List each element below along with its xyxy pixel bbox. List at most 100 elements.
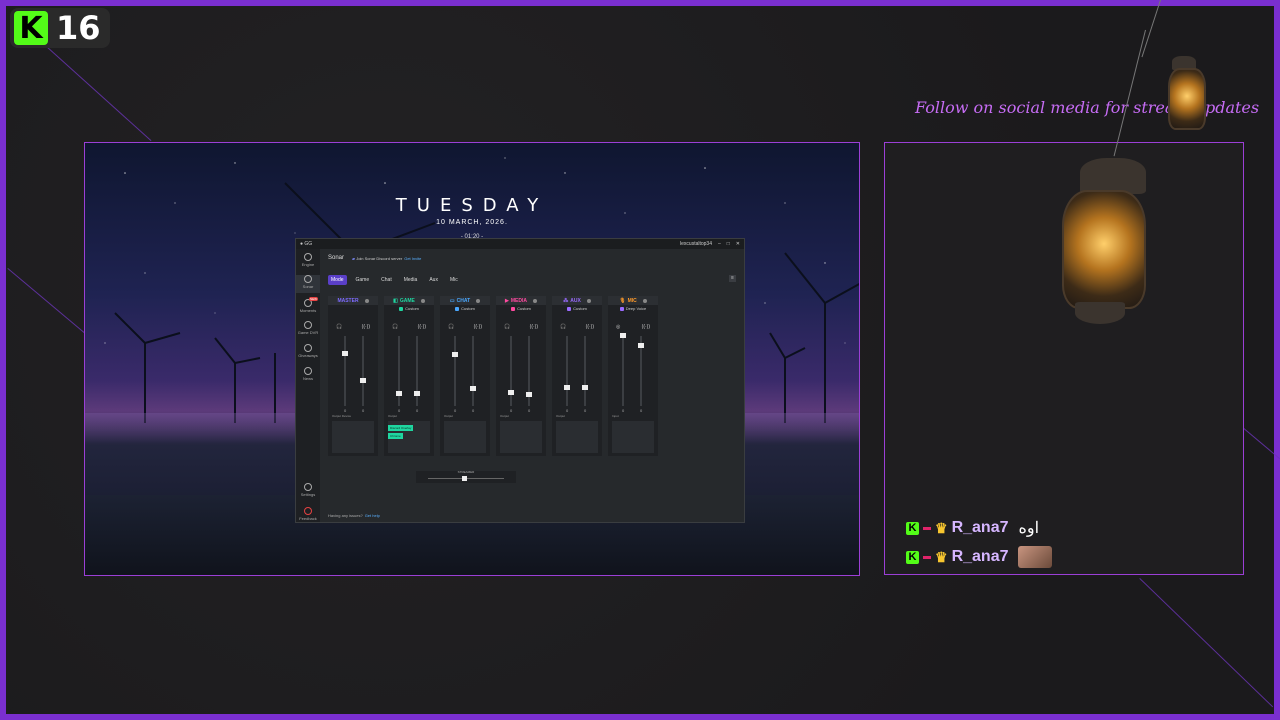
- slider-knob[interactable]: [620, 333, 626, 338]
- channel-preset[interactable]: Custom: [496, 305, 546, 312]
- menu-button[interactable]: ≡: [729, 275, 736, 282]
- broadcast-icon[interactable]: ((·)): [586, 324, 594, 330]
- headphones-icon[interactable]: 🎧: [504, 324, 510, 330]
- slider-knob[interactable]: [582, 385, 588, 390]
- tab-mode[interactable]: Mode: [328, 275, 347, 285]
- volume-slider[interactable]: [564, 336, 570, 406]
- device-box[interactable]: Discord Overlay Chrome: [388, 421, 430, 453]
- chat-text: اوه: [1018, 520, 1040, 537]
- tab-mic[interactable]: Mic: [447, 275, 461, 285]
- tab-media[interactable]: Media: [401, 275, 421, 285]
- get-invite-link[interactable]: Get Invite: [404, 256, 421, 261]
- channel-preset[interactable]: Custom: [552, 305, 602, 312]
- channel-preset[interactable]: Deep Voice: [608, 305, 658, 312]
- preset-label: Custom: [461, 306, 475, 311]
- slider-knob[interactable]: [564, 385, 570, 390]
- feedback-icon: [304, 507, 312, 515]
- preset-label: Custom: [573, 306, 587, 311]
- stream-slider[interactable]: [470, 336, 476, 406]
- broadcast-icon[interactable]: ((·)): [362, 324, 370, 330]
- gear-icon[interactable]: [586, 298, 591, 303]
- sidebar-item-label: Giveaways: [298, 353, 318, 358]
- sonar-window[interactable]: ● GG lexcustaltop34 – □ ✕ Engine Sonar N…: [295, 238, 745, 523]
- tab-game[interactable]: Game: [353, 275, 373, 285]
- close-icon[interactable]: ✕: [736, 241, 740, 247]
- gear-icon[interactable]: [476, 298, 481, 303]
- minimize-icon[interactable]: –: [718, 241, 721, 247]
- slider-knob[interactable]: [414, 391, 420, 396]
- device-box[interactable]: [500, 421, 542, 453]
- gear-icon[interactable]: [364, 298, 369, 303]
- crown-icon: ♛: [935, 548, 948, 565]
- device-box[interactable]: [444, 421, 486, 453]
- chat-panel: [884, 142, 1244, 575]
- sidebar-item-game-dvr[interactable]: Game DVR: [296, 321, 320, 335]
- maximize-icon[interactable]: □: [727, 241, 730, 247]
- stream-slider[interactable]: [638, 336, 644, 406]
- sidebar-item-engine[interactable]: Engine: [296, 253, 320, 267]
- gear-icon[interactable]: [532, 298, 537, 303]
- headphones-icon[interactable]: 🎧: [560, 324, 566, 330]
- channel-output-label: Output: [556, 414, 566, 418]
- streamer-mix-slider[interactable]: STREAMER: [416, 470, 516, 483]
- stream-slider[interactable]: [360, 336, 366, 406]
- device-tag[interactable]: Chrome: [388, 433, 403, 439]
- channel-icons: 🎧 ((·)): [336, 324, 370, 330]
- slider-knob[interactable]: [396, 391, 402, 396]
- device-box[interactable]: [556, 421, 598, 453]
- channel-preset[interactable]: Custom: [384, 305, 434, 312]
- chat-message: K ♛ R_ana7 اوه: [906, 518, 1039, 538]
- stream-slider[interactable]: [414, 336, 420, 406]
- tab-chat[interactable]: Chat: [378, 275, 395, 285]
- tab-aux[interactable]: Aux: [426, 275, 441, 285]
- volume-slider[interactable]: [396, 336, 402, 406]
- headphones-icon[interactable]: 🎧: [448, 324, 454, 330]
- device-box[interactable]: [612, 421, 654, 453]
- get-help-link[interactable]: Get help: [365, 513, 380, 518]
- volume-slider[interactable]: [452, 336, 458, 406]
- crown-icon: ♛: [935, 519, 948, 536]
- slider-knob[interactable]: [470, 386, 476, 391]
- slider-knob[interactable]: [526, 392, 532, 397]
- channel-value: 0: [528, 408, 531, 413]
- play-icon: ▶: [505, 297, 509, 304]
- sidebar-item-giveaways[interactable]: Giveaways: [296, 344, 320, 358]
- headphones-icon[interactable]: 🎧: [392, 324, 398, 330]
- chat-username[interactable]: R_ana7: [952, 548, 1009, 566]
- slider-knob[interactable]: [508, 390, 514, 395]
- sidebar-item-sonar[interactable]: Sonar: [296, 275, 320, 293]
- stream-slider[interactable]: [582, 336, 588, 406]
- sidebar-item-label: Game DVR: [297, 330, 319, 335]
- broadcast-icon[interactable]: ((·)): [530, 324, 538, 330]
- window-user[interactable]: lexcustaltop34: [680, 241, 712, 247]
- mic-mute-icon[interactable]: ◎: [616, 324, 620, 330]
- broadcast-icon[interactable]: ((·)): [418, 324, 426, 330]
- channel-preset[interactable]: Custom: [440, 305, 490, 312]
- volume-slider[interactable]: [508, 336, 514, 406]
- sidebar-item-news[interactable]: News: [296, 367, 320, 381]
- channel-value: 0: [472, 408, 475, 413]
- broadcast-icon[interactable]: ((·)): [642, 324, 650, 330]
- device-box[interactable]: [332, 421, 374, 453]
- stream-slider[interactable]: [526, 336, 532, 406]
- gear-icon[interactable]: [642, 298, 647, 303]
- gear-icon[interactable]: [420, 298, 425, 303]
- sidebar-item-label: Sonar: [302, 284, 314, 289]
- volume-slider[interactable]: [620, 333, 626, 406]
- slider-knob[interactable]: [360, 378, 366, 383]
- chat-username[interactable]: R_ana7: [952, 519, 1009, 537]
- aux-icon: ⁂: [563, 297, 569, 304]
- window-titlebar[interactable]: ● GG lexcustaltop34 – □ ✕: [296, 239, 744, 249]
- headphones-icon[interactable]: 🎧: [336, 324, 342, 330]
- slider-knob[interactable]: [342, 351, 348, 356]
- broadcast-icon[interactable]: ((·)): [474, 324, 482, 330]
- slider-knob[interactable]: [452, 352, 458, 357]
- slider-knob[interactable]: [638, 343, 644, 348]
- slider-knob[interactable]: [462, 476, 467, 481]
- device-tag[interactable]: Discord Overlay: [388, 425, 414, 431]
- sidebar-item-feedback[interactable]: Feedback: [296, 507, 320, 521]
- channel-value: 0: [416, 408, 419, 413]
- sidebar-item-settings[interactable]: Settings: [296, 483, 320, 497]
- volume-slider[interactable]: [342, 336, 348, 406]
- sidebar-item-moments[interactable]: NEW Moments: [296, 297, 320, 313]
